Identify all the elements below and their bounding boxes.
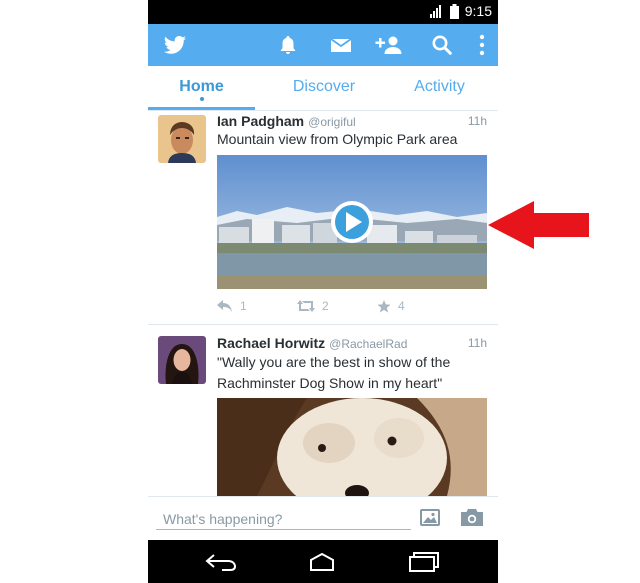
compose-input[interactable]: What's happening?: [156, 511, 411, 530]
notifications-bell-icon[interactable]: [276, 33, 300, 57]
tweet-card[interactable]: Rachael Horwitz @RachaelRad 11h "Wally yo…: [148, 325, 498, 496]
messages-envelope-icon[interactable]: [329, 33, 353, 57]
home-icon[interactable]: [305, 552, 339, 572]
reply-icon: [217, 300, 232, 312]
system-nav-bar: [148, 540, 498, 583]
favorite-action[interactable]: 4: [377, 299, 457, 313]
tweet-timestamp: 11h: [467, 114, 487, 128]
avatar[interactable]: [158, 336, 206, 384]
tab-discover[interactable]: Discover: [268, 78, 380, 96]
tweet-timestamp: 11h: [467, 336, 487, 350]
battery-icon: [449, 3, 459, 19]
tab-activity[interactable]: Activity: [386, 78, 493, 96]
camera-icon[interactable]: [461, 509, 483, 526]
author-name: Rachael Horwitz: [217, 335, 326, 351]
retweet-icon: [297, 300, 315, 312]
compose-bar: What's happening?: [148, 496, 498, 541]
tab-home[interactable]: Home: [148, 78, 255, 96]
retweet-action[interactable]: 2: [297, 299, 377, 313]
tweet-text-line: Rachminster Dog Show in my heart": [217, 375, 443, 391]
avatar[interactable]: [158, 115, 206, 163]
tweet-text: Mountain view from Olympic Park area: [217, 131, 458, 147]
recent-apps-icon[interactable]: [408, 551, 440, 573]
signal-icon: [429, 5, 441, 18]
tweet-text: "Wally you are the best in show of the R…: [217, 352, 489, 394]
twitter-bird-icon[interactable]: [162, 33, 188, 57]
clock: 9:15: [464, 3, 492, 19]
author-handle: @origiful: [308, 115, 356, 129]
phone-screen: 9:15 Home Discover Activity Ian Padgham …: [148, 0, 498, 583]
retweet-count: 2: [322, 299, 329, 313]
tweet-actions: 1 2 4: [217, 299, 457, 313]
tweet-author[interactable]: Ian Padgham @origiful: [217, 113, 356, 129]
add-user-icon[interactable]: [375, 33, 403, 57]
tweet-video[interactable]: [217, 155, 487, 289]
reply-action[interactable]: 1: [217, 299, 297, 313]
favorite-count: 4: [398, 299, 405, 313]
tweet-text-line: "Wally you are the best in show of the: [217, 354, 451, 370]
back-icon[interactable]: [204, 553, 238, 571]
status-bar: 9:15: [148, 0, 498, 24]
author-handle: @RachaelRad: [329, 337, 408, 351]
tweet-card[interactable]: Ian Padgham @origiful 11h Mountain view f…: [148, 110, 498, 324]
reply-count: 1: [240, 299, 247, 313]
tweet-photo[interactable]: [217, 398, 487, 496]
app-bar: [148, 24, 498, 66]
author-name: Ian Padgham: [217, 113, 305, 129]
annotation-arrow: [488, 201, 589, 249]
tweet-author[interactable]: Rachael Horwitz @RachaelRad: [217, 335, 407, 351]
tab-active-dot: [200, 97, 204, 101]
search-icon[interactable]: [430, 33, 454, 57]
tab-bar: Home Discover Activity: [148, 66, 498, 111]
star-icon: [377, 299, 391, 312]
overflow-menu-icon[interactable]: [470, 33, 494, 57]
image-icon[interactable]: [420, 509, 440, 526]
